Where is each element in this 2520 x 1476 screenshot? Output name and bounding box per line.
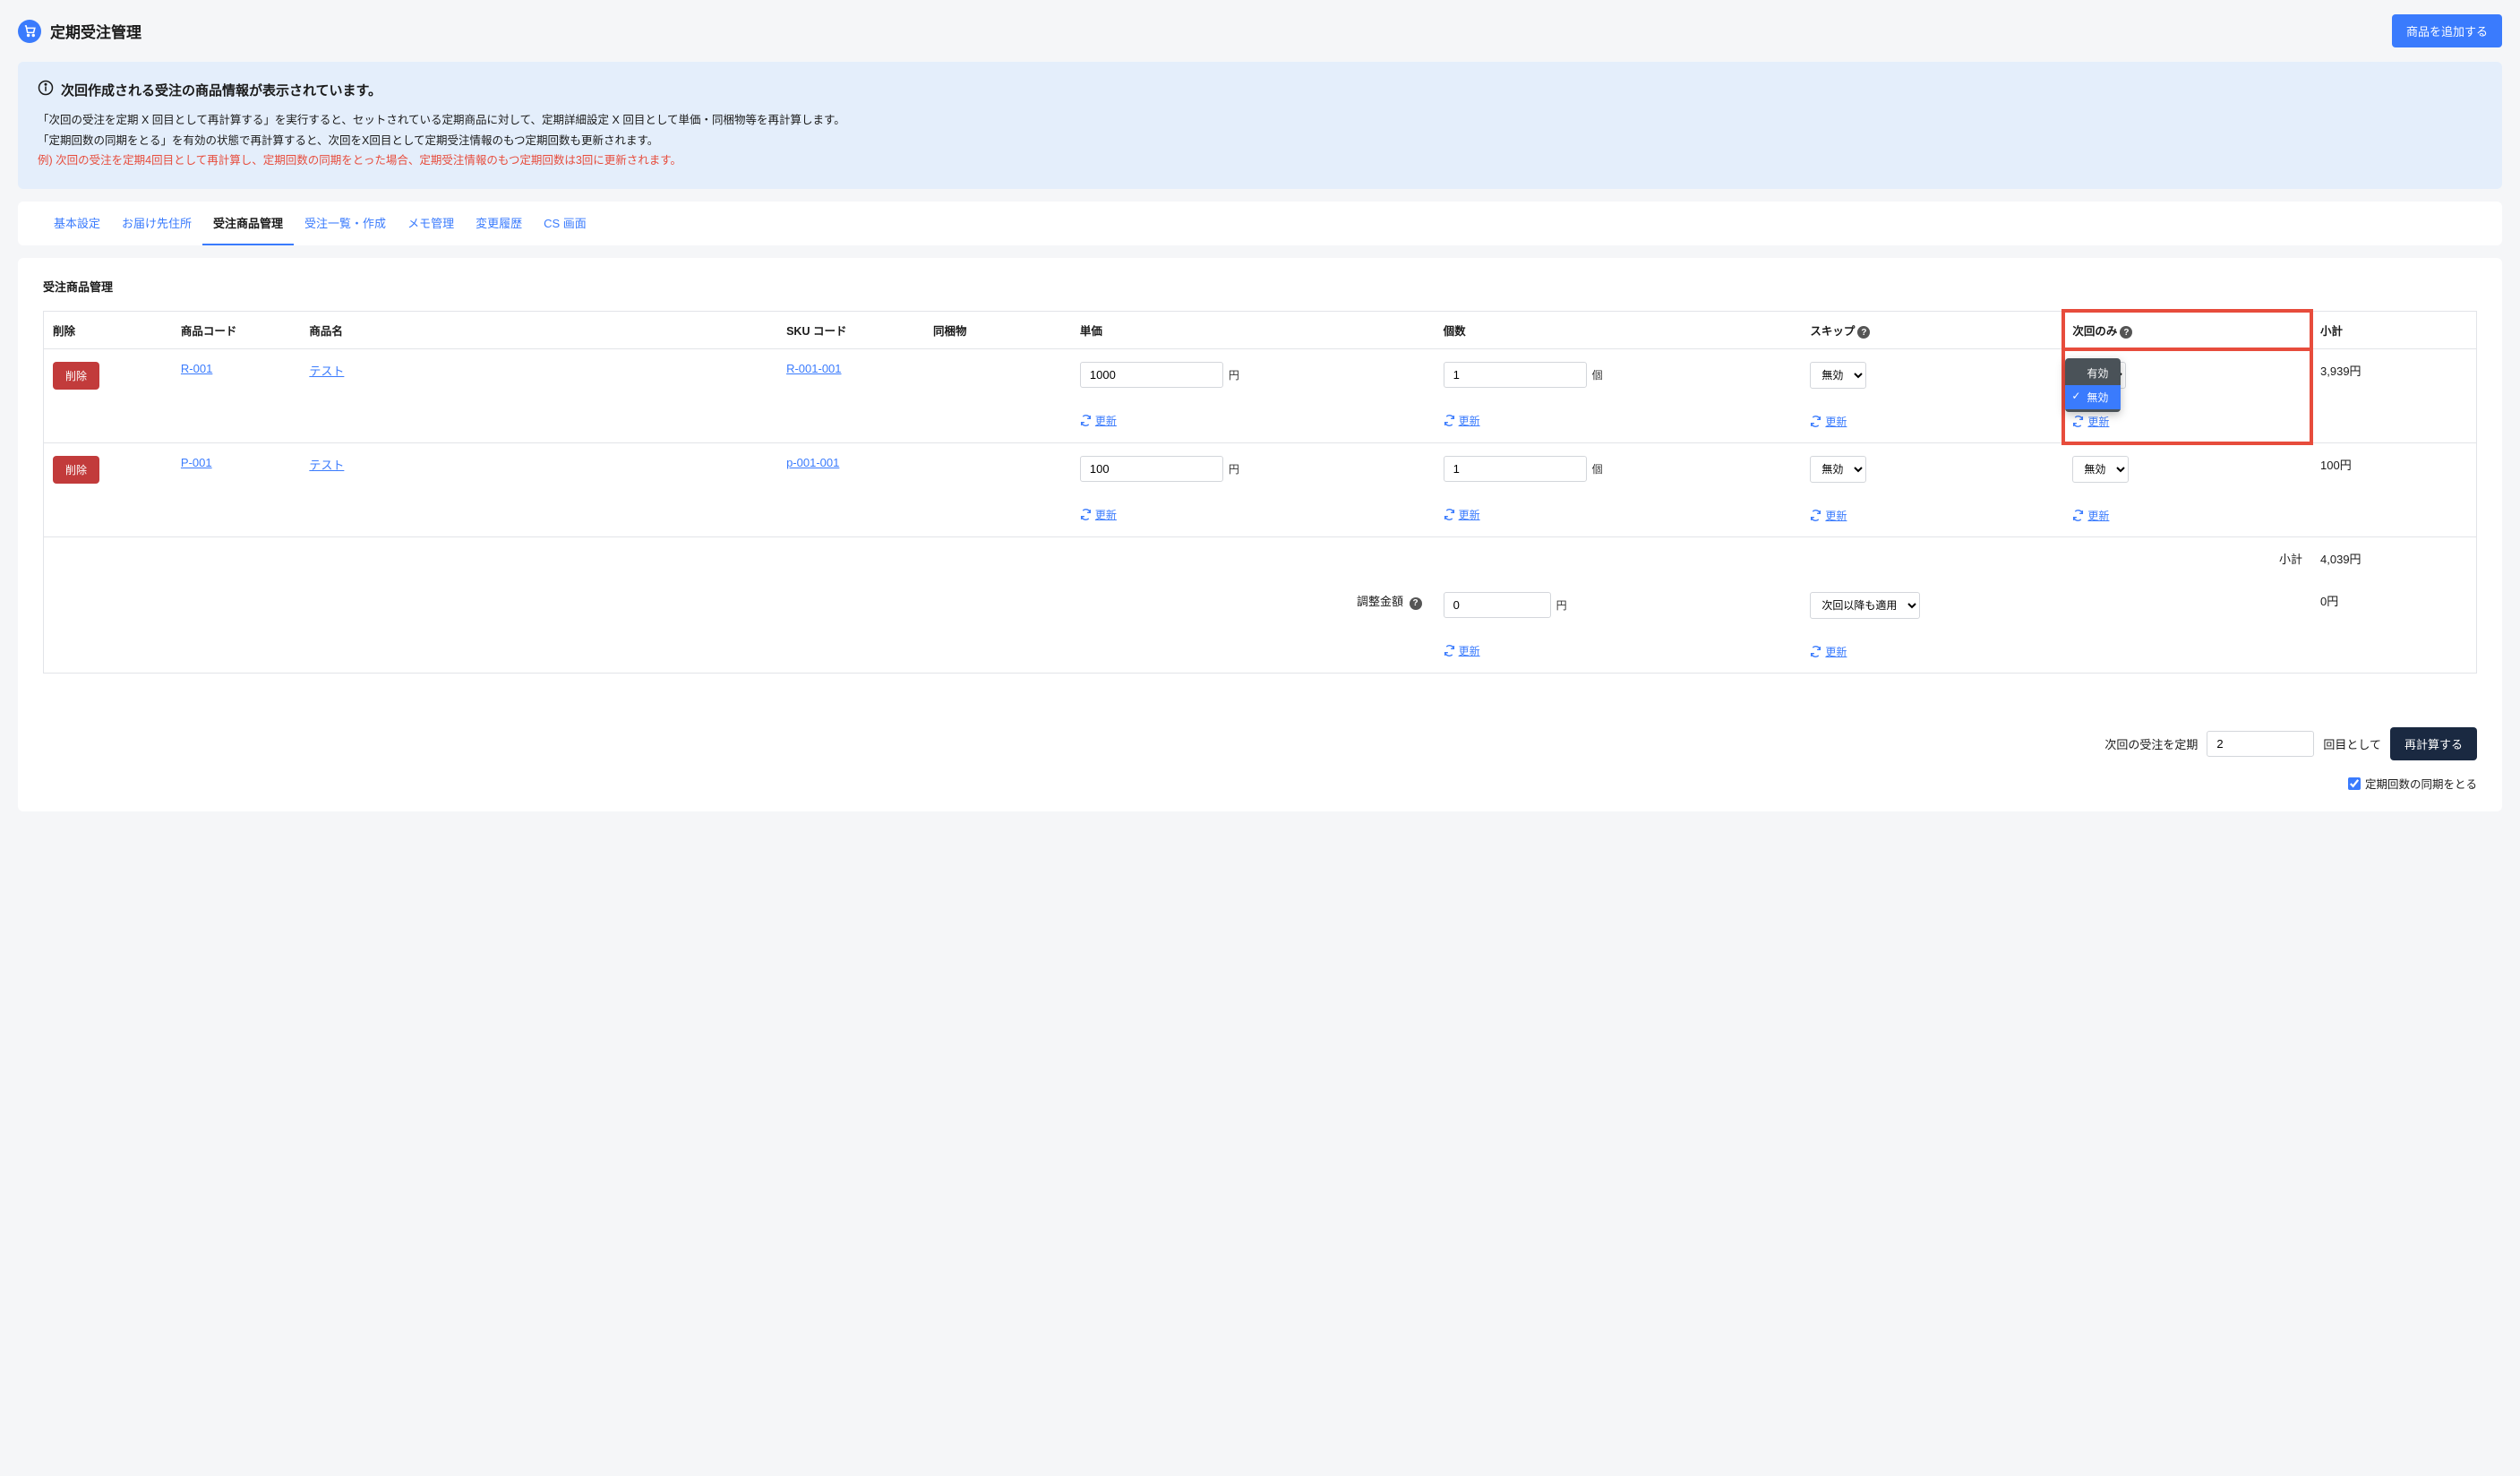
tab-history[interactable]: 変更履歴 [465, 202, 533, 245]
sync-icon [1444, 645, 1455, 656]
next-only-dropdown: 有効 無効 [2065, 358, 2121, 412]
table-row: 削除 P-001 テスト p-001-001 円 更新 [44, 443, 2477, 537]
tab-cs[interactable]: CS 画面 [533, 202, 597, 245]
update-link[interactable]: 更新 [1810, 644, 1847, 659]
tab-order-list[interactable]: 受注一覧・作成 [294, 202, 397, 245]
th-code: 商品コード [172, 311, 300, 349]
tab-product[interactable]: 受注商品管理 [202, 202, 294, 245]
yen-unit: 円 [1229, 367, 1239, 382]
tab-basic[interactable]: 基本設定 [43, 202, 111, 245]
products-table: 削除 商品コード 商品名 SKU コード 同梱物 単価 個数 スキップ? 次回の… [43, 311, 2477, 674]
th-sku: SKU コード [777, 311, 924, 349]
th-delete: 削除 [44, 311, 172, 349]
yen-unit: 円 [1556, 597, 1567, 613]
tab-delivery[interactable]: お届け先住所 [111, 202, 202, 245]
dropdown-option-enable[interactable]: 有効 [2065, 361, 2121, 385]
product-name-link[interactable]: テスト [309, 365, 344, 378]
th-subtotal: 小計 [2311, 311, 2476, 349]
th-qty: 個数 [1435, 311, 1802, 349]
table-row: 削除 R-001 テスト R-001-001 円 更新 [44, 349, 2477, 443]
skip-select[interactable]: 無効 [1810, 456, 1866, 483]
sync-icon [1810, 646, 1821, 657]
help-icon[interactable]: ? [1410, 597, 1422, 610]
qty-input[interactable] [1444, 456, 1587, 482]
sku-link[interactable]: p-001-001 [786, 456, 839, 469]
update-link[interactable]: 更新 [1444, 413, 1480, 428]
update-link[interactable]: 更新 [1444, 643, 1480, 658]
sync-icon [1080, 509, 1092, 520]
th-skip: スキップ? [1801, 311, 2063, 349]
adjust-label: 調整金額 [1357, 595, 1403, 608]
update-link[interactable]: 更新 [1080, 507, 1117, 522]
sku-link[interactable]: R-001-001 [786, 362, 841, 375]
update-link[interactable]: 更新 [2072, 414, 2109, 429]
tab-memo[interactable]: メモ管理 [397, 202, 465, 245]
price-input[interactable] [1080, 456, 1223, 482]
sync-icon [1810, 416, 1821, 427]
price-input[interactable] [1080, 362, 1223, 388]
add-product-button[interactable]: 商品を追加する [2392, 14, 2502, 47]
sync-checkbox-wrap[interactable]: 定期回数の同期をとる [2348, 775, 2477, 792]
qty-unit: 個 [1592, 367, 1603, 382]
info-icon [38, 80, 54, 99]
cart-icon [18, 20, 41, 43]
info-line2: 「定期回数の同期をとる」を有効の状態で再計算すると、次回をX回目として定期受注情… [38, 131, 2482, 151]
subtotal-value: 4,039円 [2311, 537, 2476, 580]
skip-select[interactable]: 無効 [1810, 362, 1866, 389]
sync-label: 定期回数の同期をとる [2365, 775, 2477, 792]
delete-button[interactable]: 削除 [53, 362, 99, 390]
qty-unit: 個 [1592, 461, 1603, 476]
th-bundle: 同梱物 [924, 311, 1071, 349]
adjust-row: 調整金額 ? 円 更新 [44, 579, 2477, 674]
sync-icon [1444, 509, 1455, 520]
next-only-select[interactable]: 無効 [2072, 456, 2129, 483]
yen-unit: 円 [1229, 461, 1239, 476]
recalc-count-input[interactable] [2207, 731, 2314, 757]
info-example: 例) 次回の受注を定期4回目として再計算し、定期回数の同期をとった場合、定期受注… [38, 150, 2482, 171]
th-next-only: 次回のみ? [2063, 311, 2311, 349]
section-title: 受注商品管理 [18, 258, 2502, 311]
adjust-total: 0円 [2311, 579, 2476, 674]
info-title: 次回作成される受注の商品情報が表示されています。 [61, 81, 381, 99]
recalc-button[interactable]: 再計算する [2390, 727, 2477, 760]
delete-button[interactable]: 削除 [53, 456, 99, 484]
recalc-row: 次回の受注を定期 回目として 再計算する [18, 722, 2502, 775]
recalc-suffix: 回目として [2323, 735, 2381, 752]
help-icon[interactable]: ? [2120, 326, 2132, 339]
info-banner: 次回作成される受注の商品情報が表示されています。 「次回の受注を定期 X 回目と… [18, 62, 2502, 189]
th-price: 単価 [1071, 311, 1435, 349]
sync-icon [1444, 415, 1455, 426]
recalc-prefix: 次回の受注を定期 [2104, 735, 2198, 752]
update-link[interactable]: 更新 [1810, 508, 1847, 523]
product-name-link[interactable]: テスト [309, 459, 344, 472]
update-link[interactable]: 更新 [1810, 414, 1847, 429]
sync-icon [2072, 510, 2084, 521]
page-title: 定期受注管理 [50, 20, 141, 42]
subtotal-label: 小計 [2063, 537, 2311, 580]
sync-icon [2072, 416, 2084, 427]
sync-icon [1080, 415, 1092, 426]
th-name: 商品名 [300, 311, 777, 349]
adjust-apply-select[interactable]: 次回以降も適用 [1810, 592, 1920, 619]
row-subtotal: 3,939円 [2311, 349, 2476, 443]
sync-checkbox[interactable] [2348, 777, 2361, 790]
product-code-link[interactable]: P-001 [181, 456, 212, 469]
row-subtotal: 100円 [2311, 443, 2476, 537]
product-code-link[interactable]: R-001 [181, 362, 212, 375]
update-link[interactable]: 更新 [1080, 413, 1117, 428]
dropdown-option-disable[interactable]: 無効 [2065, 385, 2121, 409]
tab-bar: 基本設定 お届け先住所 受注商品管理 受注一覧・作成 メモ管理 変更履歴 CS … [18, 202, 2502, 245]
update-link[interactable]: 更新 [1444, 507, 1480, 522]
info-line1: 「次回の受注を定期 X 回目として再計算する」を実行すると、セットされている定期… [38, 110, 2482, 131]
sync-icon [1810, 510, 1821, 521]
qty-input[interactable] [1444, 362, 1587, 388]
help-icon[interactable]: ? [1857, 326, 1870, 339]
subtotal-row: 小計 4,039円 [44, 537, 2477, 580]
adjust-input[interactable] [1444, 592, 1551, 618]
update-link[interactable]: 更新 [2072, 508, 2109, 523]
